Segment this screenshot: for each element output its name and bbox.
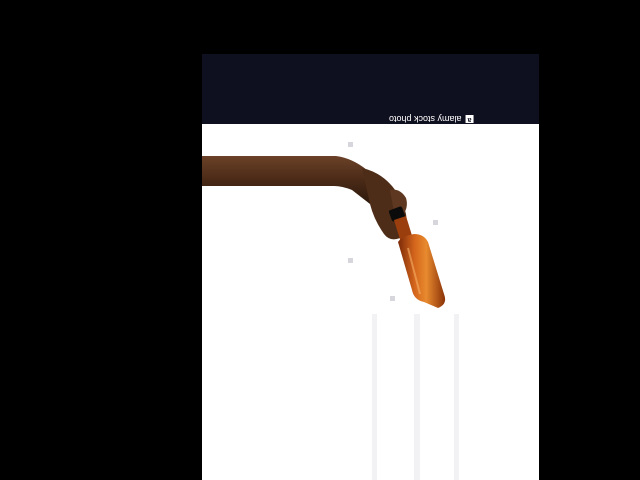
watermark-brand-text: alamy stock photo — [389, 114, 462, 124]
alamy-logo-icon: a — [465, 115, 474, 123]
screen-canvas: a alamy stock photo — [0, 0, 640, 480]
photo-scene — [202, 124, 539, 480]
bottle-body — [398, 234, 446, 308]
arm-shape — [202, 156, 377, 204]
watermark-banner — [202, 54, 539, 124]
stock-photo: a alamy stock photo — [202, 54, 539, 480]
watermark-brand: a alamy stock photo — [389, 114, 474, 124]
hand-holding-bottle-illustration — [202, 156, 446, 308]
